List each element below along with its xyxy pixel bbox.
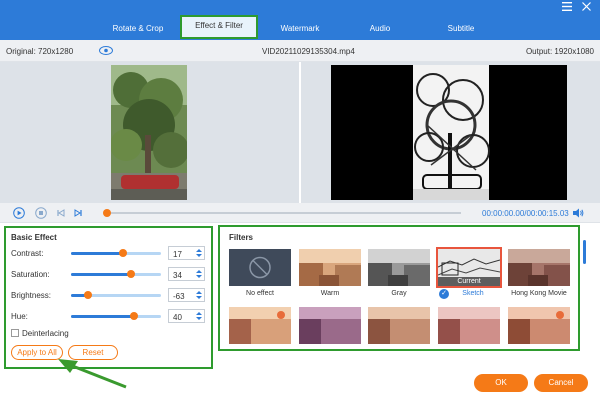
increment-arrow-icon[interactable] — [196, 270, 202, 273]
cancel-button[interactable]: Cancel — [534, 374, 588, 392]
tab-watermark[interactable]: Watermark — [263, 17, 337, 39]
hue-label: Hue: — [11, 312, 28, 321]
decrement-arrow-icon[interactable] — [196, 254, 202, 257]
filter-thumb[interactable] — [508, 307, 570, 344]
stop-icon[interactable] — [35, 207, 47, 219]
filter-thumb-gray[interactable] — [368, 249, 430, 286]
decrement-arrow-icon[interactable] — [196, 317, 202, 320]
tab-subtitle[interactable]: Subtitle — [424, 17, 498, 39]
ok-button[interactable]: OK — [474, 374, 528, 392]
play-icon[interactable] — [13, 207, 25, 219]
output-video-frame — [331, 65, 567, 200]
hue-stepper[interactable]: 40 — [168, 309, 205, 323]
contrast-label: Contrast: — [11, 249, 44, 258]
hue-slider-handle[interactable] — [130, 312, 138, 320]
file-name: VID20211029135304.mp4 — [262, 47, 355, 56]
playback-bar: 00:00:00.00/00:00:15.03 — [0, 203, 600, 223]
tab-rotate-crop[interactable]: Rotate & Crop — [100, 17, 176, 39]
deinterlacing-checkbox[interactable] — [11, 329, 19, 337]
deinterlacing-label: Deinterlacing — [22, 329, 69, 338]
saturation-label: Saturation: — [11, 270, 50, 279]
output-preview — [301, 62, 600, 203]
saturation-value[interactable]: 34 — [173, 271, 182, 280]
output-resolution: Output: 1920x1080 — [525, 47, 594, 56]
decrement-arrow-icon[interactable] — [196, 275, 202, 278]
filters-panel: Filters No effect Warm Gray Current ✓ Sk… — [218, 225, 580, 351]
brightness-value[interactable]: -63 — [173, 292, 185, 301]
tab-audio[interactable]: Audio — [344, 17, 416, 39]
saturation-stepper[interactable]: 34 — [168, 267, 205, 281]
saturation-slider-handle[interactable] — [127, 270, 136, 278]
original-preview — [0, 62, 299, 203]
eye-icon[interactable] — [99, 46, 113, 55]
tab-bar: Rotate & Crop Effect & Filter Watermark … — [0, 0, 600, 40]
filter-thumb[interactable] — [438, 307, 500, 344]
tab-effect-filter[interactable]: Effect & Filter — [180, 15, 258, 39]
contrast-value[interactable]: 17 — [173, 250, 182, 259]
filter-label: Gray — [391, 290, 407, 297]
hue-value[interactable]: 40 — [173, 313, 182, 322]
brightness-slider-handle[interactable] — [84, 291, 93, 299]
filter-label: Hong Kong Movie — [511, 290, 567, 297]
increment-arrow-icon[interactable] — [196, 312, 202, 315]
hue-slider[interactable] — [71, 312, 161, 320]
filter-thumb-no-effect[interactable] — [229, 249, 291, 286]
brightness-label: Brightness: — [11, 291, 52, 300]
increment-arrow-icon[interactable] — [196, 291, 202, 294]
hamburger-icon[interactable] — [562, 2, 572, 15]
hue-slider-fill — [71, 315, 134, 318]
seek-handle[interactable] — [103, 209, 111, 217]
time-readout: 00:00:00.00/00:00:15.03 — [482, 209, 569, 218]
original-video-frame — [111, 65, 187, 200]
increment-arrow-icon[interactable] — [196, 249, 202, 252]
decrement-arrow-icon[interactable] — [196, 296, 202, 299]
seek-track[interactable] — [107, 212, 461, 214]
brightness-slider[interactable] — [71, 291, 161, 299]
volume-icon[interactable] — [572, 207, 584, 219]
filter-thumb[interactable] — [299, 307, 361, 344]
current-badge: Current — [438, 277, 500, 286]
filter-thumb-hong-kong-movie[interactable] — [508, 249, 570, 286]
original-resolution: Original: 720x1280 — [6, 47, 74, 56]
brightness-stepper[interactable]: -63 — [168, 288, 205, 302]
next-frame-icon[interactable] — [72, 207, 84, 219]
contrast-slider-handle[interactable] — [119, 249, 128, 257]
filter-thumb-warm[interactable] — [299, 249, 361, 286]
filters-title: Filters — [229, 233, 254, 242]
video-info-bar: Original: 720x1280 VID20211029135304.mp4… — [0, 40, 600, 62]
filter-label: Sketch — [462, 290, 484, 297]
contrast-stepper[interactable]: 17 — [168, 246, 205, 260]
previous-frame-icon[interactable] — [55, 207, 67, 219]
basic-effect-panel: Basic Effect Contrast: 17 Saturation: 34… — [4, 226, 213, 369]
filter-label: No effect — [246, 290, 274, 297]
annotation-arrow-icon — [58, 359, 127, 389]
saturation-slider[interactable] — [71, 270, 161, 278]
filter-thumb[interactable] — [368, 307, 430, 344]
saturation-slider-fill — [71, 273, 132, 276]
filter-thumb-sketch[interactable]: Current — [436, 247, 502, 288]
filter-thumb[interactable] — [229, 307, 291, 344]
close-icon[interactable] — [582, 2, 591, 15]
filter-label: Warm — [320, 290, 340, 297]
filters-scrollbar[interactable] — [583, 240, 586, 264]
basic-effect-title: Basic Effect — [11, 233, 57, 242]
contrast-slider[interactable] — [71, 249, 161, 257]
contrast-slider-fill — [71, 252, 124, 255]
